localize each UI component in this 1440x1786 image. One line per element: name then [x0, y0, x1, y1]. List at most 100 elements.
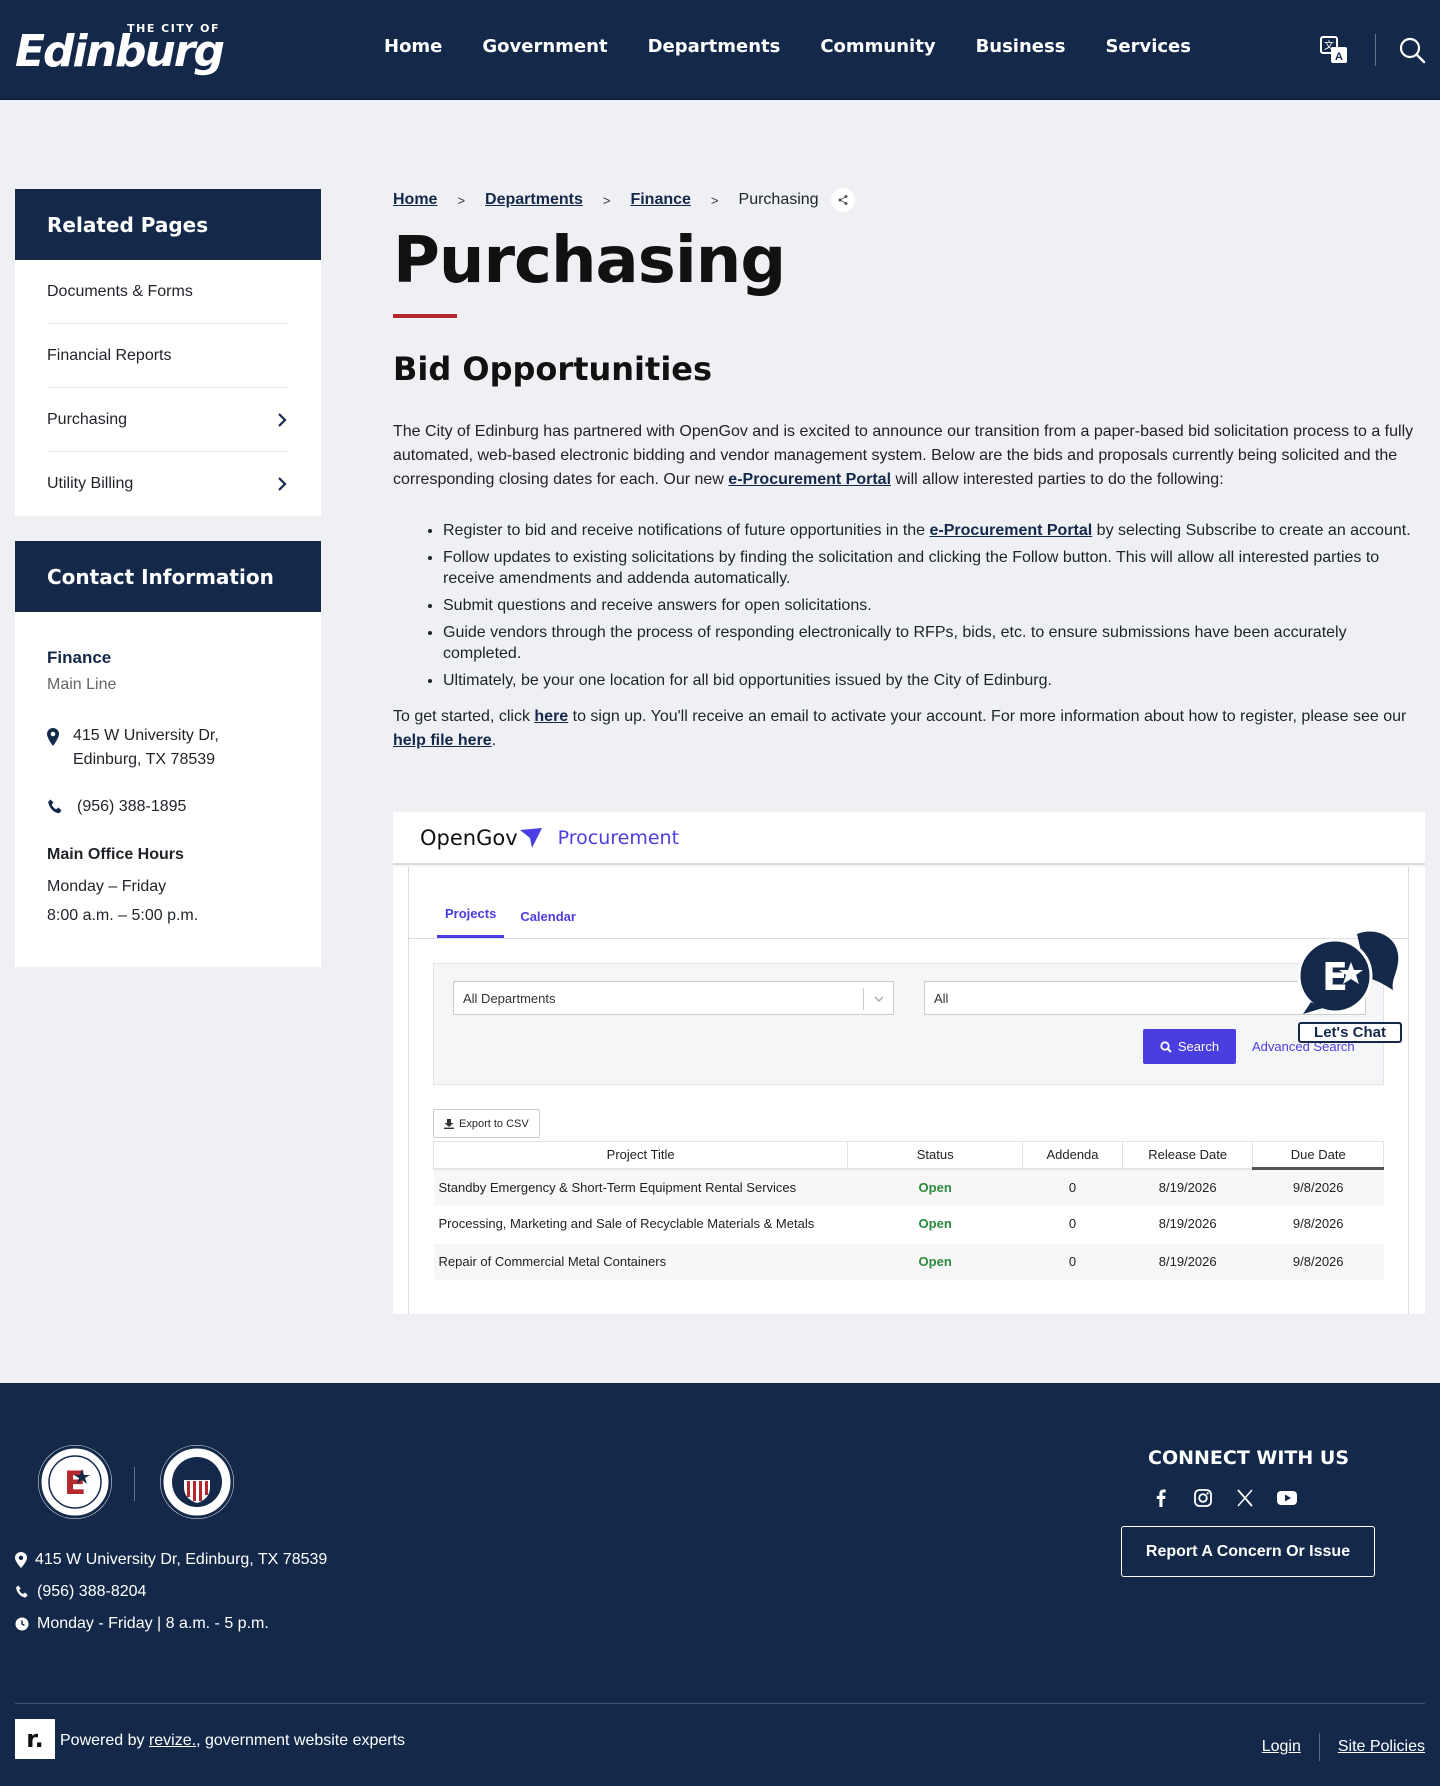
- chevron-right-icon[interactable]: [275, 412, 289, 427]
- nav-government[interactable]: Government: [482, 36, 607, 57]
- related-item-label: Financial Reports: [47, 346, 172, 364]
- status-select-value: All: [934, 991, 949, 1006]
- site-footer: E 415 W University Dr, Edinburg, TX 7853…: [0, 1383, 1440, 1786]
- contact-address: 415 W University Dr, Edinburg, TX 78539: [47, 724, 289, 772]
- department-select[interactable]: All Departments: [453, 981, 894, 1015]
- chat-label[interactable]: Let's Chat: [1298, 1022, 1402, 1043]
- download-icon: [444, 1118, 454, 1129]
- svg-text:文: 文: [1324, 39, 1334, 52]
- list-item: Register to bid and receive notification…: [443, 520, 1425, 541]
- opengov-frame: Projects Calendar All Departments All Se…: [408, 867, 1409, 1314]
- contact-phone[interactable]: (956) 388-1895: [47, 798, 289, 816]
- revize-logo[interactable]: r.: [15, 1719, 55, 1759]
- breadcrumb-current: Purchasing: [738, 191, 819, 208]
- col-release-date[interactable]: Release Date: [1121, 1141, 1254, 1170]
- tab-calendar[interactable]: Calendar: [512, 909, 584, 938]
- related-item-documents[interactable]: Documents & Forms: [47, 260, 289, 324]
- site-header: THE CITY OF Edinburg Home Government Dep…: [0, 0, 1440, 100]
- e-procurement-link[interactable]: e-Procurement Portal: [728, 471, 891, 488]
- translate-icon[interactable]: A 文: [1319, 35, 1349, 65]
- breadcrumb-separator: >: [710, 192, 719, 208]
- office-hours-time: 8:00 a.m. – 5:00 p.m.: [47, 907, 199, 924]
- opengov-logo[interactable]: OpenGov: [420, 826, 542, 850]
- page-title: Purchasing: [393, 224, 786, 298]
- col-status[interactable]: Status: [847, 1141, 1024, 1170]
- department-select-value: All Departments: [463, 991, 556, 1006]
- project-title-cell[interactable]: Processing, Marketing and Sale of Recycl…: [434, 1206, 848, 1244]
- tab-projects[interactable]: Projects: [437, 906, 505, 938]
- due-date-cell: 9/8/2026: [1292, 1216, 1344, 1231]
- project-title-cell[interactable]: Standby Emergency & Short-Term Equipment…: [433, 1168, 848, 1206]
- footer-phone[interactable]: (956) 388-8204: [15, 1583, 146, 1601]
- footer-links: Login Site Policies: [1262, 1733, 1425, 1761]
- list-item: Follow updates to existing solicitations…: [443, 547, 1425, 589]
- svg-text:A: A: [1335, 51, 1343, 63]
- main-nav: Home Government Departments Community Bu…: [384, 36, 1231, 57]
- chevron-right-icon[interactable]: [275, 477, 289, 491]
- header-divider: [1375, 34, 1376, 66]
- site-policies-link[interactable]: Site Policies: [1338, 1738, 1425, 1756]
- nav-community[interactable]: Community: [820, 36, 935, 57]
- status-cell: Open: [847, 1168, 1023, 1206]
- revize-link[interactable]: revize.: [149, 1732, 196, 1749]
- bullet-list: Register to bid and receive notification…: [393, 520, 1425, 691]
- report-concern-button[interactable]: Report A Concern Or Issue: [1121, 1526, 1375, 1577]
- breadcrumb-separator: >: [602, 192, 611, 208]
- related-item-label: Documents & Forms: [47, 282, 193, 300]
- footer-link-divider: [1318, 1733, 1320, 1761]
- office-hours-title: Main Office Hours: [47, 846, 184, 863]
- footer-address: 415 W University Dr, Edinburg, TX 78539: [15, 1551, 327, 1569]
- location-pin-icon: [47, 728, 59, 746]
- instagram-icon[interactable]: [1193, 1488, 1213, 1508]
- opengov-tabs: Projects Calendar: [409, 867, 1408, 939]
- opengov-embed: OpenGov Procurement Projects Calendar Al…: [393, 812, 1425, 1314]
- contact-panel: Contact Information Finance Main Line 41…: [15, 541, 321, 967]
- table-row[interactable]: Processing, Marketing and Sale of Recycl…: [434, 1206, 1384, 1244]
- signup-here-link[interactable]: here: [534, 708, 568, 725]
- table-row[interactable]: Standby Emergency & Short-Term Equipment…: [433, 1168, 1384, 1206]
- col-due-date[interactable]: Due Date: [1252, 1141, 1384, 1170]
- release-date-cell: 8/19/2026: [1122, 1168, 1253, 1206]
- addenda-cell: 0: [1022, 1168, 1123, 1206]
- project-title-cell[interactable]: Repair of Commercial Metal Containers: [433, 1244, 848, 1280]
- svg-text:E: E: [64, 1464, 86, 1502]
- table-row[interactable]: Repair of Commercial Metal Containers Op…: [433, 1244, 1384, 1280]
- x-icon[interactable]: [1235, 1488, 1255, 1508]
- col-project-title[interactable]: Project Title: [432, 1141, 849, 1170]
- location-pin-icon: [15, 1552, 27, 1568]
- due-date-cell: 9/8/2026: [1252, 1168, 1384, 1206]
- related-pages-list: Documents & Forms Financial Reports Purc…: [15, 260, 321, 516]
- login-link[interactable]: Login: [1262, 1738, 1301, 1756]
- contact-address-line1: 415 W University Dr,: [73, 727, 219, 744]
- breadcrumb-separator: >: [457, 192, 466, 208]
- related-item-utility-billing[interactable]: Utility Billing: [47, 452, 289, 516]
- footer-hours: Monday - Friday | 8 a.m. - 5 p.m.: [15, 1615, 269, 1633]
- share-icon: [838, 195, 848, 205]
- city-seal-icon: E: [38, 1445, 112, 1519]
- breadcrumb-home[interactable]: Home: [393, 191, 437, 209]
- related-item-financial-reports[interactable]: Financial Reports: [47, 324, 289, 388]
- list-item: Guide vendors through the process of res…: [443, 622, 1425, 664]
- contact-title: Contact Information: [15, 541, 321, 612]
- breadcrumb-departments[interactable]: Departments: [485, 191, 583, 209]
- facebook-icon[interactable]: [1151, 1488, 1171, 1508]
- share-button[interactable]: [830, 188, 855, 212]
- list-item: Ultimately, be your one location for all…: [443, 670, 1425, 691]
- help-file-link[interactable]: help file here: [393, 732, 492, 749]
- nav-business[interactable]: Business: [976, 36, 1066, 57]
- site-logo[interactable]: THE CITY OF Edinburg: [15, 20, 225, 80]
- col-addenda[interactable]: Addenda: [1022, 1141, 1123, 1170]
- nav-services[interactable]: Services: [1105, 36, 1191, 57]
- export-csv-button[interactable]: Export to CSV: [433, 1109, 540, 1138]
- footer-divider: [15, 1703, 1425, 1704]
- related-item-purchasing[interactable]: Purchasing: [47, 388, 289, 452]
- search-button[interactable]: Search: [1143, 1029, 1236, 1064]
- search-icon[interactable]: [1398, 36, 1426, 64]
- breadcrumb-finance[interactable]: Finance: [630, 191, 690, 209]
- nav-home[interactable]: Home: [384, 36, 442, 57]
- e-procurement-link[interactable]: e-Procurement Portal: [930, 522, 1093, 539]
- nav-departments[interactable]: Departments: [648, 36, 781, 57]
- release-date-cell: 8/19/2026: [1122, 1244, 1253, 1280]
- get-started-text-mid: to sign up. You'll receive an email to a…: [568, 708, 1407, 725]
- youtube-icon[interactable]: [1277, 1488, 1297, 1508]
